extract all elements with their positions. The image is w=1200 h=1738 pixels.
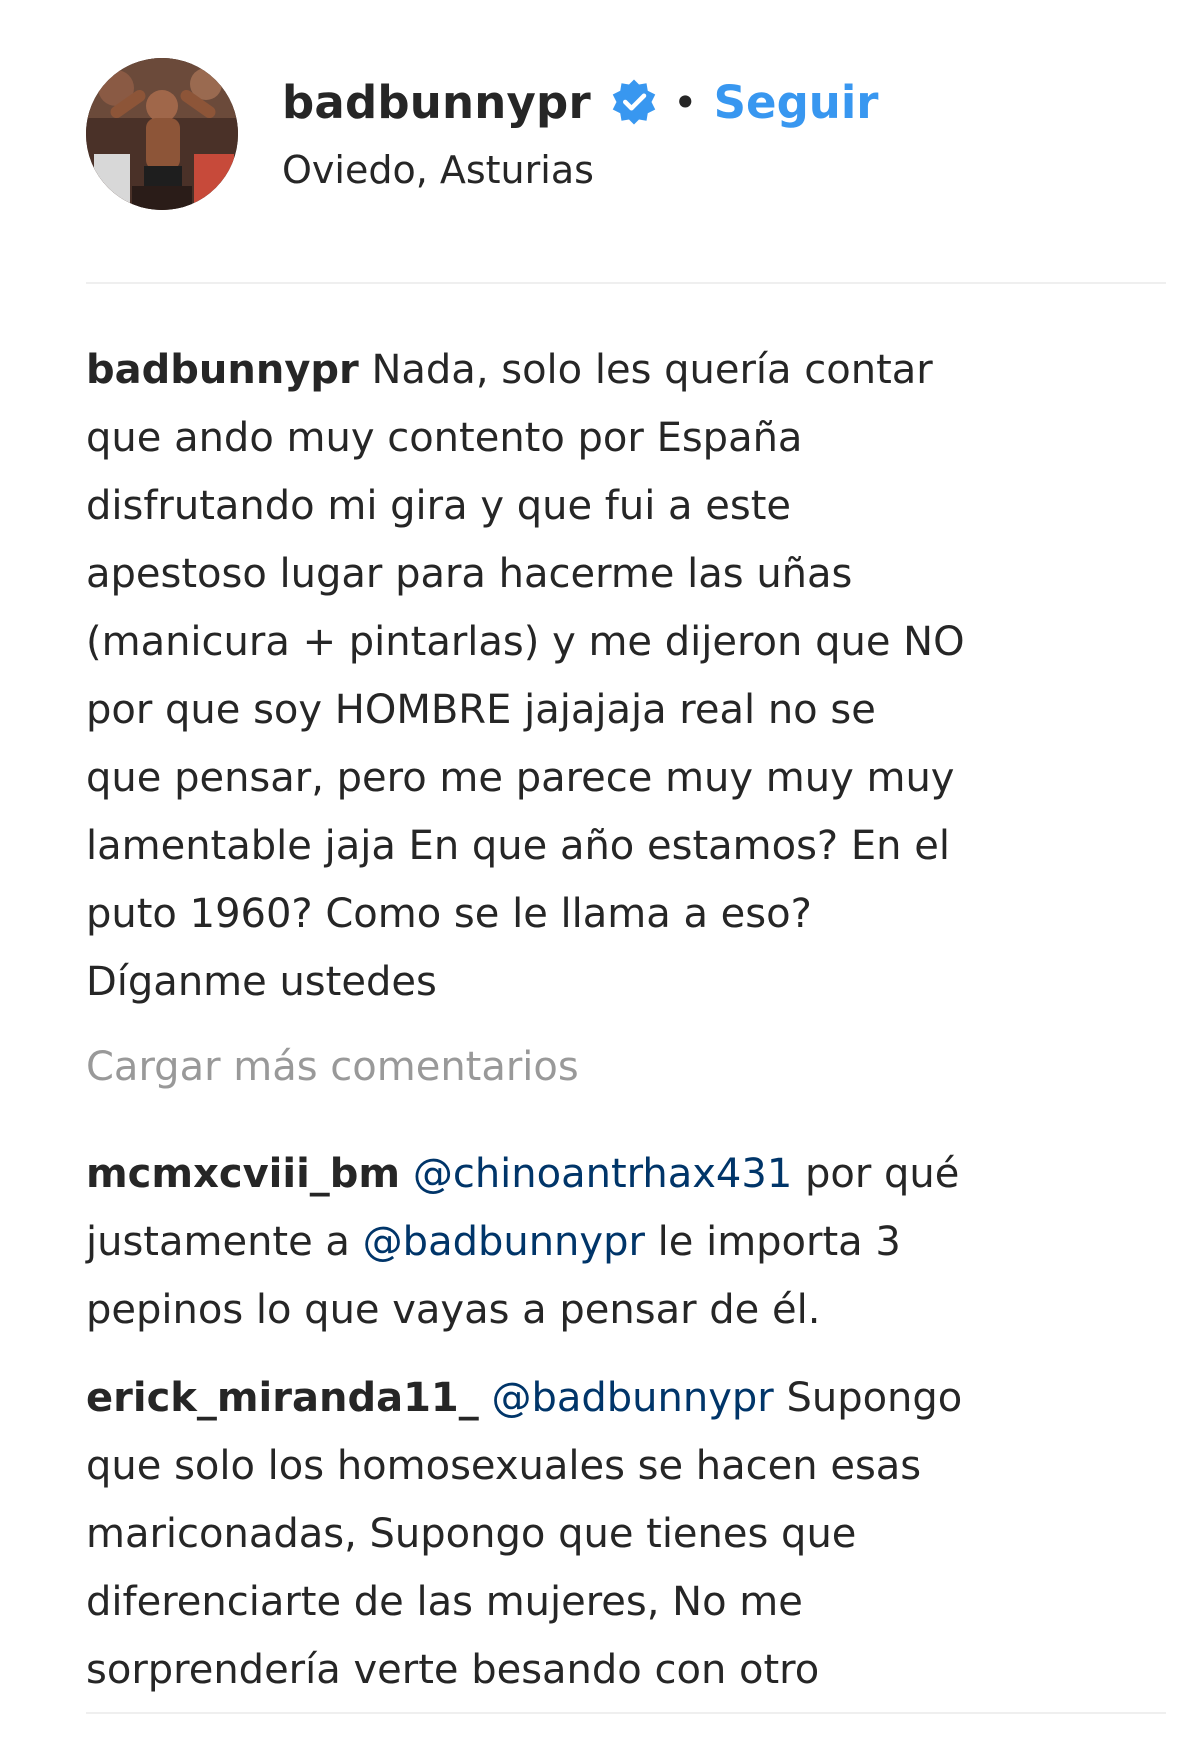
user-line: badbunnypr • Seguir [282,72,878,132]
avatar[interactable] [86,58,238,210]
follow-button[interactable]: Seguir [714,76,879,129]
caption-line: Díganme ustedes [86,959,437,1005]
caption-line: disfrutando mi gira y que fui a este [86,483,791,529]
comment-item: erick_miranda11_ @badbunnypr Supongo que… [86,1364,1166,1704]
comment-line: erick_miranda11_ @badbunnypr Supongo [86,1364,1166,1432]
bottom-divider [86,1712,1166,1714]
comment-line: mariconadas, Supongo que tienes que [86,1511,857,1557]
caption-line: badbunnypr Nada, solo les quería contar [86,336,1166,404]
comment-line: sorprendería verte besando con otro [86,1647,820,1693]
caption-line: por que soy HOMBRE jajajaja real no se [86,687,876,733]
comment-username[interactable]: erick_miranda11_ [86,1375,479,1421]
comment-line: justamente a @badbunnypr le importa 3 [86,1208,1166,1276]
separator-dot: • [672,77,698,127]
comment-text: le importa 3 [644,1219,901,1265]
comment-line: mcmxcviii_bm @chinoantrhax431 por qué [86,1140,1166,1208]
avatar-image [86,58,238,210]
header-divider [86,282,1166,284]
comment-line: diferenciarte de las mujeres, No me [86,1579,803,1625]
comment-line: pepinos lo que vayas a pensar de él. [86,1287,821,1333]
comment-mention[interactable]: @chinoantrhax431 [413,1151,792,1197]
caption-line: puto 1960? Como se le llama a eso? [86,891,812,937]
comment-text: por qué [792,1151,960,1197]
comment-line: que solo los homosexuales se hacen esas [86,1443,922,1489]
comment-username[interactable]: mcmxcviii_bm [86,1151,400,1197]
comment-text: justamente a [86,1219,363,1265]
caption-line: apestoso lugar para hacerme las uñas [86,551,853,597]
caption-line: que ando muy contento por España [86,415,803,461]
comment-item: mcmxcviii_bm @chinoantrhax431 por qué ju… [86,1140,1166,1344]
load-more-comments-button[interactable]: Cargar más comentarios [86,1044,579,1090]
comment-mention[interactable]: @badbunnypr [491,1375,773,1421]
caption-text: Nada, solo les quería contar [358,347,933,393]
post-caption: badbunnypr Nada, solo les quería contar … [86,336,1166,1016]
comment-mention[interactable]: @badbunnypr [363,1219,645,1265]
post-header: badbunnypr • Seguir Oviedo, Asturias [86,58,1166,210]
comment-text: Supongo [773,1375,963,1421]
post-username[interactable]: badbunnypr [282,76,591,129]
caption-line: que pensar, pero me parece muy muy muy [86,755,955,801]
caption-username[interactable]: badbunnypr [86,347,359,393]
verified-badge-icon [609,77,659,127]
caption-line: lamentable jaja En que año estamos? En e… [86,823,950,869]
caption-line: (manicura + pintarlas) y me dijeron que … [86,619,965,665]
post-location[interactable]: Oviedo, Asturias [282,148,594,192]
